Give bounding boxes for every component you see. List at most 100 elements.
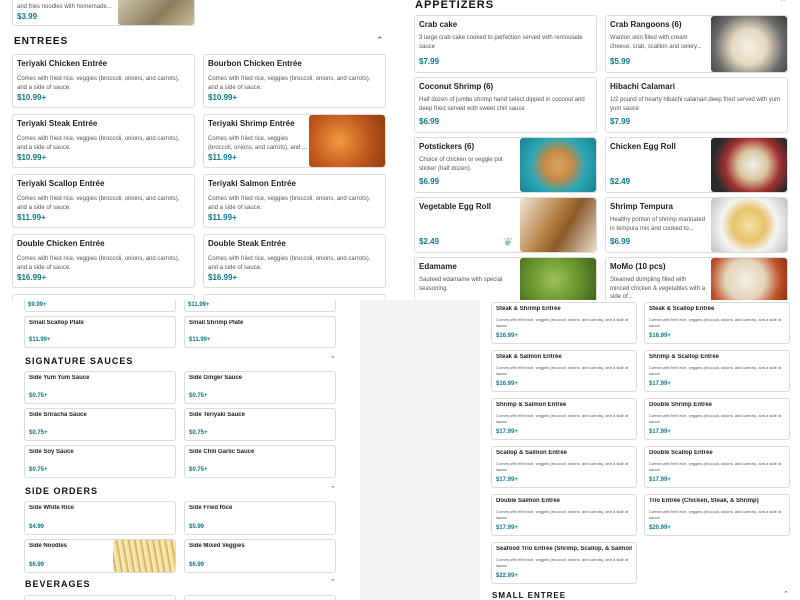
collapse-chevron-icon[interactable]: ⌃ [376,35,384,46]
menu-item-card[interactable]: Double Steak Entrée Comes with fried ric… [203,234,386,288]
item-description: Comes with fried rice, veggies (broccoli… [208,256,371,271]
item-price: $11.99+ [29,337,51,343]
item-price: $0.75+ [189,467,208,473]
item-description: Choice of chicken or veggie pot sticker … [419,157,503,172]
collapse-chevron-icon[interactable]: ⌃ [330,485,336,493]
item-description: Comes with fried rice, veggies (broccoli… [496,317,629,328]
item-name: Side Teriyaki Sauce [189,412,245,418]
menu-item-card[interactable]: Side Teriyaki Sauce $0.75+ [184,408,336,441]
menu-item-card[interactable]: Teriyaki Shrimp Entrée Comes with fried … [203,114,386,168]
menu-item-card[interactable]: Edamame Sauteed edamame with special sea… [414,257,597,300]
menu-item-card[interactable]: Teriyaki Steak Entrée Comes with fried r… [12,114,195,168]
collapse-chevron-icon[interactable]: ⌃ [779,0,787,8]
collapse-chevron-icon[interactable]: ⌃ [330,578,336,586]
section-title-sauces: SIGNATURE SAUCES [25,356,134,366]
item-name: Steak & Salmon Entrée [496,354,562,360]
menu-item-card[interactable]: Hibachi Calamari 1/2 pound of hearty hib… [605,77,788,133]
item-description: Comes with fried rice, veggies (broccoli… [17,256,180,271]
item-name: Side Sriracha Sauce [29,412,87,418]
collapse-chevron-icon[interactable]: ⌃ [330,355,336,363]
item-price: $7.99 [610,117,631,126]
item-price: $6.99 [189,562,205,568]
menu-item-card[interactable]: Side Chili Garlic Sauce $0.75+ [184,445,336,478]
menu-item-card[interactable]: $9.99+ [24,300,176,312]
menu-item-card[interactable]: Potstickers (6) Choice of chicken or veg… [414,137,597,193]
item-name: Edamame [419,262,457,271]
menu-item-card[interactable]: Double Chicken Entrée Comes with fried r… [12,234,195,288]
collapse-chevron-icon[interactable]: ⌃ [783,590,789,598]
item-name: Side Yum Yum Sauce [29,375,90,381]
menu-item-card[interactable] [24,595,176,600]
menu-item-card[interactable]: Side Noodles $6.99 [24,539,176,573]
item-price: $17.99+ [496,525,518,531]
menu-item-card[interactable]: and fries noodles with homemade... $3.99 [12,0,195,26]
item-name: Double Steak Entrée [208,239,286,248]
menu-item-card[interactable]: Small Shrimp Plate $11.99+ [184,316,336,348]
item-description: Comes with fried rice, veggies (broccoli… [649,365,782,376]
menu-item-card[interactable]: Small Scallop Plate $11.99+ [24,316,176,348]
section-title-entrees: ENTREES [14,36,69,47]
item-name: Side Mixed Veggies [189,543,245,549]
item-price: $22.99+ [496,573,518,579]
menu-item-card[interactable]: Scallop & Salmon Entrée Comes with fried… [491,446,637,488]
menu-item-card[interactable]: Side Fried Rice $5.99 [184,501,336,535]
menu-item-card[interactable]: Coconut Shrimp (6) Half dozen of jumbo s… [414,77,597,133]
section-title-small-entree: SMALL ENTREE [492,591,567,600]
menu-item-card[interactable]: Side White Rice $4.99 [24,501,176,535]
menu-item-card[interactable]: Shrimp & Salmon Entrée Comes with fried … [491,398,637,440]
food-image [118,0,194,25]
menu-item-card[interactable]: MoMo (10 pcs) Steamed dumpling filled wi… [605,257,788,300]
item-name: Small Scallop Plate [29,320,85,326]
menu-item-card[interactable]: $11.99+ [184,300,336,312]
menu-item-card[interactable]: Steak & Shrimp Entrée Comes with fried r… [491,302,637,344]
item-name: Hibachi Calamari [610,82,675,91]
item-description: Comes with fried rice, veggies (broccoli… [17,136,180,151]
item-price: $17.99+ [649,477,671,483]
menu-item-card[interactable]: Side Soy Sauce $0.75+ [24,445,176,478]
food-image [520,198,596,252]
appetizers-panel: APPETIZERS ⌃ Crab cake 3 large crab cake… [400,0,800,300]
menu-item-card[interactable]: Side Yum Yum Sauce $0.75+ [24,371,176,404]
menu-item-card[interactable]: Trio Entrée (Chicken, Steak, & Shrimp) C… [644,494,790,536]
menu-item-card[interactable]: Double Scallop Entrée Comes with fried r… [644,446,790,488]
food-image [520,138,596,192]
menu-item-card[interactable] [184,595,336,600]
item-name: Double Salmon Entrée [496,498,561,504]
menu-item-card[interactable]: Teriyaki Chicken Entrée Comes with fried… [12,54,195,108]
item-price: $11.99+ [208,213,237,222]
menu-item-card[interactable]: Bourbon Chicken Entrée Comes with fried … [203,54,386,108]
menu-item-card[interactable]: Seafood Trio Entrée (Shrimp, Scallop, & … [491,542,637,584]
item-description: Comes with fried rice, veggies (broccoli… [208,196,371,211]
food-image [113,540,175,572]
item-price: $0.75+ [29,467,48,473]
item-price: $4.99 [29,524,45,530]
menu-item-card[interactable]: Double Salmon Entrée Comes with fried ri… [491,494,637,536]
menu-item-card[interactable]: Shrimp Tempura Healthy portion of shrimp… [605,197,788,253]
item-name: Seafood Trio Entrée (Shrimp, Scallop, & … [496,546,632,552]
leaf-icon: ❦ [503,235,514,249]
menu-item-card[interactable]: Teriyaki Scallop Entrée Comes with fried… [12,174,195,228]
menu-item-card[interactable]: Side Ginger Sauce $0.75+ [184,371,336,404]
menu-item-card[interactable]: Double Shrimp Entrée Comes with fried ri… [644,398,790,440]
section-title-beverages: BEVERAGES [25,579,91,589]
item-price: $16.99+ [649,333,671,339]
menu-item-card[interactable]: Side Sriracha Sauce $0.75+ [24,408,176,441]
item-name: Side White Rice [29,505,75,511]
item-description: Sauteed edamame with special seasoning. [419,277,503,292]
menu-item-card[interactable]: Steak & Scallop Entrée Comes with fried … [644,302,790,344]
menu-item-card[interactable]: Crab Rangoons (6) Wanton skin filled wit… [605,15,788,73]
menu-item-card[interactable]: Crab cake 3 large crab cake cooked to pe… [414,15,597,73]
menu-item-card[interactable]: Teriyaki Salmon Entrée Comes with fried … [203,174,386,228]
item-price: $17.99+ [496,429,518,435]
menu-item-card[interactable]: Chicken Egg Roll $2.49 [605,137,788,193]
item-price: $11.99+ [208,153,237,162]
menu-item-card[interactable]: Steak & Salmon Entrée Comes with fried r… [491,350,637,392]
menu-item-card[interactable]: Shrimp & Scallop Entrée Comes with fried… [644,350,790,392]
menu-item-card[interactable]: Side Mixed Veggies $6.99 [184,539,336,573]
combo-entrees-panel: Steak & Shrimp Entrée Comes with fried r… [480,300,800,600]
item-name: Double Scallop Entrée [649,450,713,456]
menu-item-card[interactable]: Vegetable Egg Roll $2.49 ❦ [414,197,597,253]
sauces-sides-panel: $9.99+ $11.99+ Small Scallop Plate $11.9… [0,300,360,600]
item-name: Teriyaki Scallop Entrée [17,179,105,188]
food-image [711,16,787,72]
